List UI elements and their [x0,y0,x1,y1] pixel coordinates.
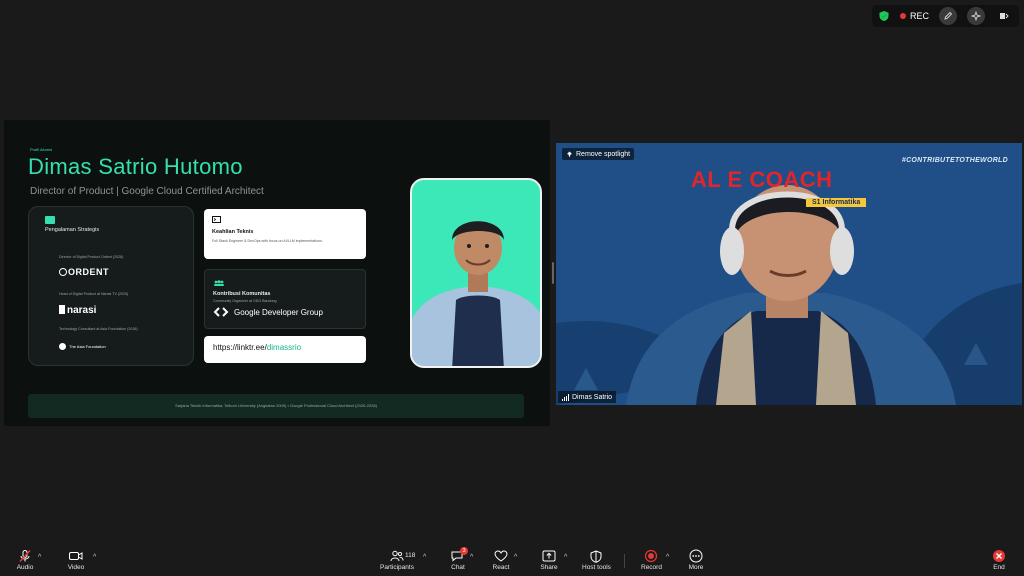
ordent-mark-icon [59,268,67,276]
gdg-brackets-icon [213,307,229,317]
slide-name: Dimas Satrio Hutomo [28,154,243,179]
pin-icon [567,151,572,157]
asia-foundation-mark-icon [59,343,66,350]
record-button[interactable]: Record [641,549,662,571]
background-banner-subtitle: S1 Informatika [806,198,867,207]
skills-text: Full Stack Engineer & DevOps with focus … [212,239,323,243]
participants-options-caret[interactable]: ^ [423,554,426,561]
linktree-link[interactable]: https://linktr.ee/dimassrio [213,343,301,352]
community-card: Kontribusi Komunitas Community Organizer… [204,269,366,329]
video-button[interactable]: Video [67,549,85,571]
recording-indicator[interactable]: REC [899,11,929,21]
split-view-drag-handle[interactable] [552,262,554,284]
shield-icon [590,549,602,563]
shared-screen[interactable]: Profil Alumni Dimas Satrio Hutomo Direct… [4,120,550,426]
security-shield-icon[interactable] [878,10,890,22]
slide-role: Director of Product | Google Cloud Certi… [30,186,264,197]
experience-title: Pengalaman Strategis [45,227,100,233]
annotate-button[interactable] [939,7,957,25]
view-switch-button[interactable] [995,7,1013,25]
record-options-caret[interactable]: ^ [666,554,669,561]
speaker-photo [410,178,542,368]
exit-fullscreen-icon [1000,13,1009,19]
background-hashtag: #CONTRIBUTETOTHEWORLD [901,157,1008,164]
asia-foundation-logo: The Asia Foundation [59,343,106,350]
people-icon [214,280,224,286]
link-card[interactable]: https://linktr.ee/dimassrio [204,336,366,363]
more-dots-icon [689,549,703,563]
remove-spotlight-button[interactable]: Remove spotlight [562,148,635,160]
participants-count: 118 [405,552,416,559]
video-options-caret[interactable]: ^ [93,554,96,561]
experience-item: Technology Consultant at Asia Foundation… [59,327,138,331]
react-button[interactable]: React [492,549,510,571]
gdg-logo: Google Developer Group [213,307,323,317]
record-dot-icon [899,13,906,19]
react-options-caret[interactable]: ^ [514,554,517,561]
skills-title: Keahlian Teknis [212,229,254,235]
host-tools-button[interactable]: Host tools [582,549,611,571]
audio-options-caret[interactable]: ^ [38,554,41,561]
slide-footer: Sarjana Teknik Informatika, Telkom Unive… [28,394,524,418]
narasi-mark-icon [59,305,65,314]
building-icon [45,216,55,224]
participant-video[interactable]: AL E COACH S1 Informatika #CONTRIBUTETOT… [556,143,1022,405]
share-screen-icon [542,550,556,562]
narasi-logo: narasi [59,305,96,316]
experience-item: Director of Digital Product Ordent (2028… [59,255,124,259]
meeting-stage: REC Profil Alumni Dimas Satrio Hutomo Di… [0,0,1024,546]
pencil-icon [944,11,953,20]
chat-button[interactable]: 3 Chat [449,547,468,571]
record-icon [645,549,658,563]
terminal-icon [212,216,221,223]
signal-bars-icon [562,393,569,401]
background-banner-text: AL E COACH [691,167,833,192]
muted-microphone-icon [19,549,31,563]
more-button[interactable]: More [687,549,705,571]
sparkle-icon [971,11,981,21]
meeting-status-bar: REC [871,5,1019,27]
end-call-icon [993,550,1005,562]
toolbar-divider [624,554,625,568]
community-text: Community Organizer at GDG Bandung [213,299,277,303]
participants-icon [390,550,404,562]
share-button[interactable]: Share [540,549,558,571]
community-title: Kontribusi Komunitas [213,291,271,297]
share-options-caret[interactable]: ^ [564,554,567,561]
heart-icon [494,550,508,562]
chat-unread-badge: 3 [460,547,468,555]
chat-options-caret[interactable]: ^ [470,554,473,561]
meeting-toolbar: Audio ^ Video ^ Participants 118 ^ 3 Cha… [0,546,1024,576]
skills-card: Keahlian Teknis Full Stack Engineer & De… [204,209,366,259]
audio-button[interactable]: Audio [16,549,34,571]
recording-label: REC [909,11,929,21]
ordent-logo: ORDENT [59,267,109,277]
ai-companion-button[interactable] [967,7,985,25]
video-camera-icon [69,552,83,560]
person-photo-illustration [412,221,540,366]
slide-eyebrow: Profil Alumni [30,147,53,152]
experience-card: Pengalaman Strategis Director of Digital… [28,206,194,366]
end-meeting-button[interactable]: End [990,549,1008,571]
participant-name-tag: Dimas Satrio [558,391,617,403]
experience-item: Head of Digital Product at Narasi TV (20… [59,292,129,296]
